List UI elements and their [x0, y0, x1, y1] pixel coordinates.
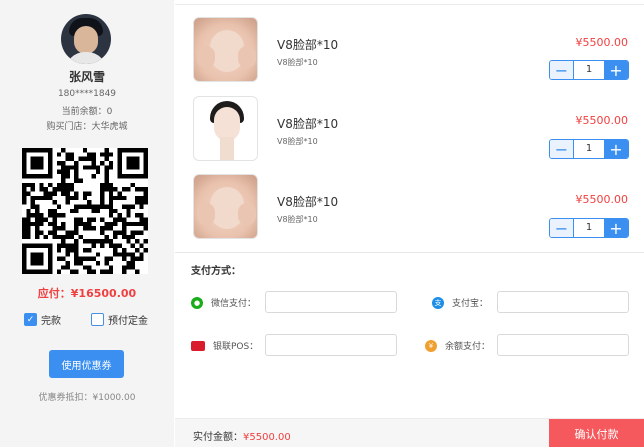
minus-icon[interactable]: − — [550, 219, 574, 237]
checkbox-unchecked-icon — [91, 313, 104, 326]
coupon-deduction: 优惠券抵扣：¥1000.00 — [38, 393, 136, 403]
balance-pay-label: ¥ 余额支付： — [425, 339, 490, 352]
wechat-icon: ● — [191, 296, 203, 309]
product-image — [193, 174, 258, 239]
balance-pay-text: 余额支付： — [445, 342, 491, 352]
customer-balance: 当前余额：0 — [61, 107, 113, 117]
customer-name: 张风雪 — [68, 70, 105, 84]
customer-store: 购买门店：大华虎城 — [46, 122, 128, 132]
quantity-value[interactable]: 1 — [574, 219, 604, 237]
confirm-payment-button[interactable]: 确认付款 — [549, 419, 644, 447]
deposit-checkbox[interactable]: 预付定金 — [91, 312, 148, 327]
unionpay-text: 银联POS： — [213, 342, 259, 352]
product-price: ¥5500.00 — [575, 193, 629, 206]
product-image — [193, 96, 258, 161]
checkbox-checked-icon: ✓ — [24, 313, 37, 326]
alipay-icon: 支 — [432, 296, 444, 309]
product-title: V8脸部*10 — [277, 195, 339, 209]
quantity-value[interactable]: 1 — [574, 140, 604, 158]
product-price: ¥5500.00 — [575, 114, 629, 127]
checkout-footer: 实付金额：¥5500.00 确认付款 — [175, 418, 644, 447]
unionpay-icon — [191, 340, 205, 351]
unionpay-input[interactable] — [265, 334, 397, 356]
wechat-pay-label: ● 微信支付： — [191, 296, 256, 309]
unionpay-label: 银联POS： — [191, 339, 258, 352]
quantity-stepper[interactable]: − 1 + — [549, 218, 629, 238]
payment-due: 应付：¥16500.00 — [37, 287, 137, 300]
use-coupon-button[interactable]: 使用优惠券 — [49, 350, 124, 378]
full-payment-label: 完款 — [41, 316, 61, 327]
plus-icon[interactable]: + — [604, 219, 628, 237]
product-row: V8脸部*10 V8脸部*10 ¥5500.00 − 1 + — [175, 0, 644, 239]
customer-phone: 180****1849 — [57, 89, 117, 99]
alipay-text: 支付宝： — [452, 299, 489, 309]
actual-payment-label: 实付金额： — [193, 432, 243, 443]
wallet-icon: ¥ — [425, 339, 437, 352]
order-panel: V8脸部*10 V8脸部*10 ¥5500.00 − 1 + V8脸部*10 V… — [175, 0, 644, 447]
minus-icon[interactable]: − — [550, 140, 574, 158]
quantity-stepper[interactable]: − 1 + — [549, 139, 629, 159]
product-title: V8脸部*10 — [277, 117, 339, 131]
product-subtitle: V8脸部*10 — [277, 137, 318, 146]
deposit-label: 预付定金 — [108, 316, 148, 327]
actual-payment: 实付金额：¥5500.00 — [193, 428, 291, 443]
customer-panel: 张风雪 180****1849 当前余额：0 购买门店：大华虎城 应付：¥165… — [0, 0, 174, 447]
wechat-pay-input[interactable] — [265, 291, 397, 313]
payment-methods-title: 支付方式： — [191, 266, 241, 277]
plus-icon[interactable]: + — [604, 140, 628, 158]
qr-code — [22, 148, 148, 274]
product-subtitle: V8脸部*10 — [277, 215, 318, 224]
actual-payment-amount: ¥5500.00 — [243, 432, 291, 443]
balance-pay-input[interactable] — [497, 334, 629, 356]
avatar — [61, 14, 111, 64]
alipay-label: 支 支付宝： — [432, 296, 488, 309]
section-divider — [175, 252, 644, 253]
wechat-pay-text: 微信支付： — [211, 299, 257, 309]
full-payment-checkbox[interactable]: ✓ 完款 — [24, 312, 61, 327]
alipay-input[interactable] — [497, 291, 629, 313]
